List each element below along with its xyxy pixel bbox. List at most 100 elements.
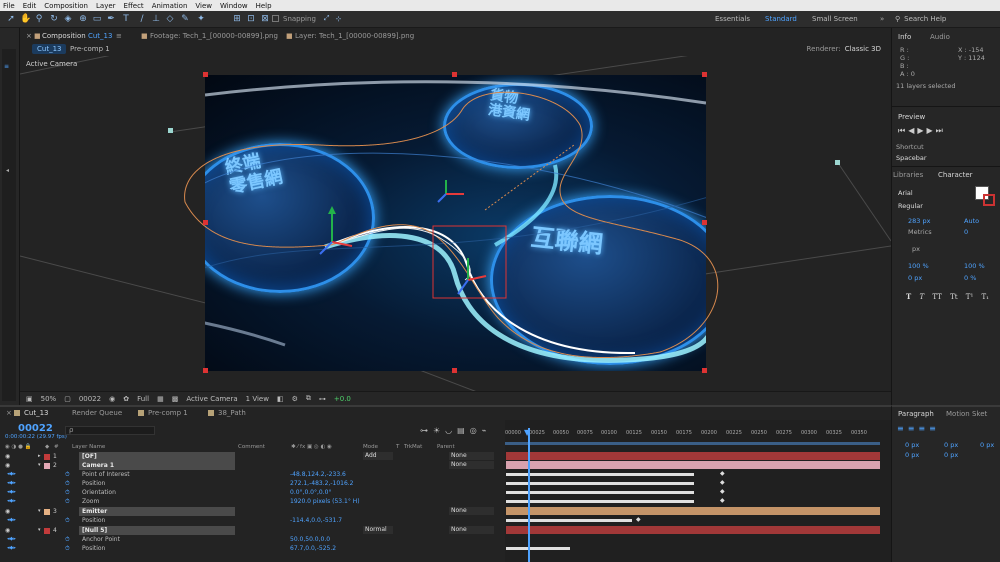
- property-row[interactable]: ◂◆▸ ⏱ Position 272.1,-483.2,-1016.2: [0, 479, 505, 488]
- timeline-search-input[interactable]: ρ: [65, 426, 155, 435]
- parent-select[interactable]: None: [449, 507, 494, 515]
- view-axis-icon[interactable]: ⊠: [260, 14, 270, 24]
- time-ruler[interactable]: 00000 00025 00050 00075 00100 00125 0015…: [505, 428, 880, 440]
- menu-composition[interactable]: Composition: [44, 2, 88, 10]
- menu-window[interactable]: Window: [220, 2, 248, 10]
- layer-row[interactable]: ◉ ▸ 1 [OF] Add None: [0, 452, 505, 461]
- keyframe-nav-icon[interactable]: ◂◆▸: [7, 545, 16, 551]
- stopwatch-icon[interactable]: ⏱: [65, 517, 70, 525]
- tab-precomp1[interactable]: Pre-comp 1: [138, 409, 188, 417]
- tab-38-path[interactable]: 38_Path: [208, 409, 246, 417]
- property-row[interactable]: ◂◆▸ ⏱ Position 67.7,0.0,-525.2: [0, 544, 505, 553]
- keyframe-track[interactable]: [506, 491, 694, 494]
- transparency-icon[interactable]: ▩: [172, 395, 179, 403]
- tab-layer[interactable]: Layer: Tech_1_[00000-00899].png: [295, 32, 414, 40]
- view-select[interactable]: Active Camera: [186, 395, 237, 403]
- keyframe-nav-icon[interactable]: ◂◆▸: [7, 480, 16, 486]
- work-area-bar[interactable]: [505, 442, 880, 445]
- space-after-field[interactable]: 0 px: [980, 441, 994, 449]
- expand-arrow-icon[interactable]: ▸: [38, 453, 41, 459]
- current-time-display[interactable]: 00022: [18, 423, 53, 434]
- col-t[interactable]: T: [396, 444, 399, 450]
- keyframe-track[interactable]: [506, 547, 570, 550]
- stopwatch-icon[interactable]: ⏱: [65, 489, 70, 497]
- comp-mini-flowchart-icon[interactable]: ⊶: [420, 426, 433, 435]
- selection-tool-icon[interactable]: ➚: [6, 14, 16, 24]
- roto-tool-icon[interactable]: ✎: [180, 14, 190, 24]
- hand-tool-icon[interactable]: ✋: [20, 14, 31, 24]
- expand-arrow-icon[interactable]: ▾: [38, 527, 41, 533]
- property-row[interactable]: ◂◆▸ ⏱ Zoom 1920.0 pixels (53.1° H): [0, 497, 505, 506]
- leading-field[interactable]: Auto: [964, 217, 979, 225]
- menu-edit[interactable]: Edit: [23, 2, 37, 10]
- property-value[interactable]: 0.0°,0.0°,0.0°: [290, 489, 331, 496]
- menu-effect[interactable]: Effect: [124, 2, 144, 10]
- stroke-width-field[interactable]: px: [912, 245, 920, 253]
- keyframe-track[interactable]: [506, 519, 632, 522]
- align-center-icon[interactable]: ≡: [908, 424, 919, 433]
- snapping-checkbox[interactable]: [272, 15, 279, 22]
- comp-breadcrumb-precomp[interactable]: Pre-comp 1: [70, 45, 110, 53]
- tab-menu-icon[interactable]: ≡: [116, 32, 122, 40]
- rotate-tool-icon[interactable]: ↻: [49, 14, 59, 24]
- col-mode[interactable]: Mode: [363, 444, 378, 450]
- stopwatch-icon[interactable]: ⏱: [65, 536, 70, 544]
- indent-first-field[interactable]: 0 px: [905, 451, 919, 459]
- stroke-color-swatch[interactable]: [983, 194, 995, 206]
- layer-label-color[interactable]: [44, 528, 50, 534]
- exposure-value[interactable]: +0.0: [334, 395, 351, 403]
- region-icon[interactable]: ▦: [157, 395, 164, 403]
- stopwatch-icon[interactable]: ⏱: [65, 498, 70, 506]
- menu-view[interactable]: View: [195, 2, 212, 10]
- property-row[interactable]: ◂◆▸ ⏱ Anchor Point 50.0,50.0,0.0: [0, 535, 505, 544]
- layer-name[interactable]: Camera 1: [79, 461, 235, 470]
- parent-select[interactable]: None: [449, 461, 494, 469]
- col-comment[interactable]: Comment: [238, 444, 265, 450]
- shy-icon[interactable]: ◡: [445, 426, 457, 435]
- keyframe-diamond-icon[interactable]: ◆: [720, 497, 725, 504]
- close-tab-icon[interactable]: ×: [26, 32, 32, 40]
- keyframe-diamond-icon[interactable]: ◆: [720, 488, 725, 495]
- camera-tool-icon[interactable]: ◈: [63, 14, 73, 24]
- eraser-tool-icon[interactable]: ◇: [165, 14, 175, 24]
- superscript-button[interactable]: T¹: [966, 293, 973, 301]
- menu-help[interactable]: Help: [256, 2, 272, 10]
- tsume-field[interactable]: 0 %: [964, 274, 976, 282]
- property-row[interactable]: ◂◆▸ ⏱ Orientation 0.0°,0.0°,0.0°: [0, 488, 505, 497]
- blend-mode-select[interactable]: Add: [363, 452, 393, 460]
- stopwatch-icon[interactable]: ⏱: [65, 545, 70, 553]
- type-tool-icon[interactable]: T: [121, 14, 131, 24]
- keyframe-nav-icon[interactable]: ◂◆▸: [7, 471, 16, 477]
- tab-audio[interactable]: Audio: [930, 33, 950, 41]
- fast-preview-icon[interactable]: ⚙: [292, 395, 298, 403]
- rectangle-tool-icon[interactable]: ▭: [92, 14, 102, 24]
- property-value[interactable]: -48.8,124.2,-233.6: [290, 471, 346, 478]
- prev-frame-icon[interactable]: ◀: [908, 126, 917, 135]
- next-frame-icon[interactable]: ▶: [927, 126, 936, 135]
- col-trkmat[interactable]: TrkMat: [404, 444, 422, 450]
- blend-mode-select[interactable]: Normal: [363, 526, 393, 534]
- keyframe-track[interactable]: [506, 500, 694, 503]
- visibility-eye-icon[interactable]: ◉: [5, 453, 10, 460]
- playhead-icon[interactable]: ▼: [524, 428, 530, 437]
- keyframe-diamond-icon[interactable]: ◆: [720, 479, 725, 486]
- collapse-arrow-icon[interactable]: ◂: [6, 167, 9, 174]
- timeline-icon[interactable]: ⧉: [306, 394, 311, 403]
- puppet-tool-icon[interactable]: ✦: [196, 14, 206, 24]
- layer-row[interactable]: ◉ ▾ 3 Emitter None: [0, 507, 505, 516]
- parent-select[interactable]: None: [449, 452, 494, 460]
- property-row[interactable]: ◂◆▸ ⏱ Position -114.4,0.0,-531.7: [0, 516, 505, 525]
- zoom-tool-icon[interactable]: ⚲: [34, 14, 44, 24]
- property-value[interactable]: 67.7,0.0,-525.2: [290, 545, 336, 552]
- project-thumb-icon[interactable]: ≡: [4, 63, 9, 70]
- toggle-pixel-icon[interactable]: ◧: [277, 395, 284, 403]
- keyframe-diamond-icon[interactable]: ◆: [636, 516, 641, 523]
- tab-info[interactable]: Info: [898, 33, 911, 41]
- property-value[interactable]: 50.0,50.0,0.0: [290, 536, 330, 543]
- channel-icon[interactable]: ✿: [123, 395, 129, 403]
- tab-render-queue[interactable]: Render Queue: [72, 409, 122, 417]
- tab-character[interactable]: Character: [938, 171, 973, 179]
- subscript-button[interactable]: T₁: [982, 293, 989, 301]
- tracking-field[interactable]: 0: [964, 228, 968, 236]
- faux-bold-button[interactable]: T: [906, 292, 911, 301]
